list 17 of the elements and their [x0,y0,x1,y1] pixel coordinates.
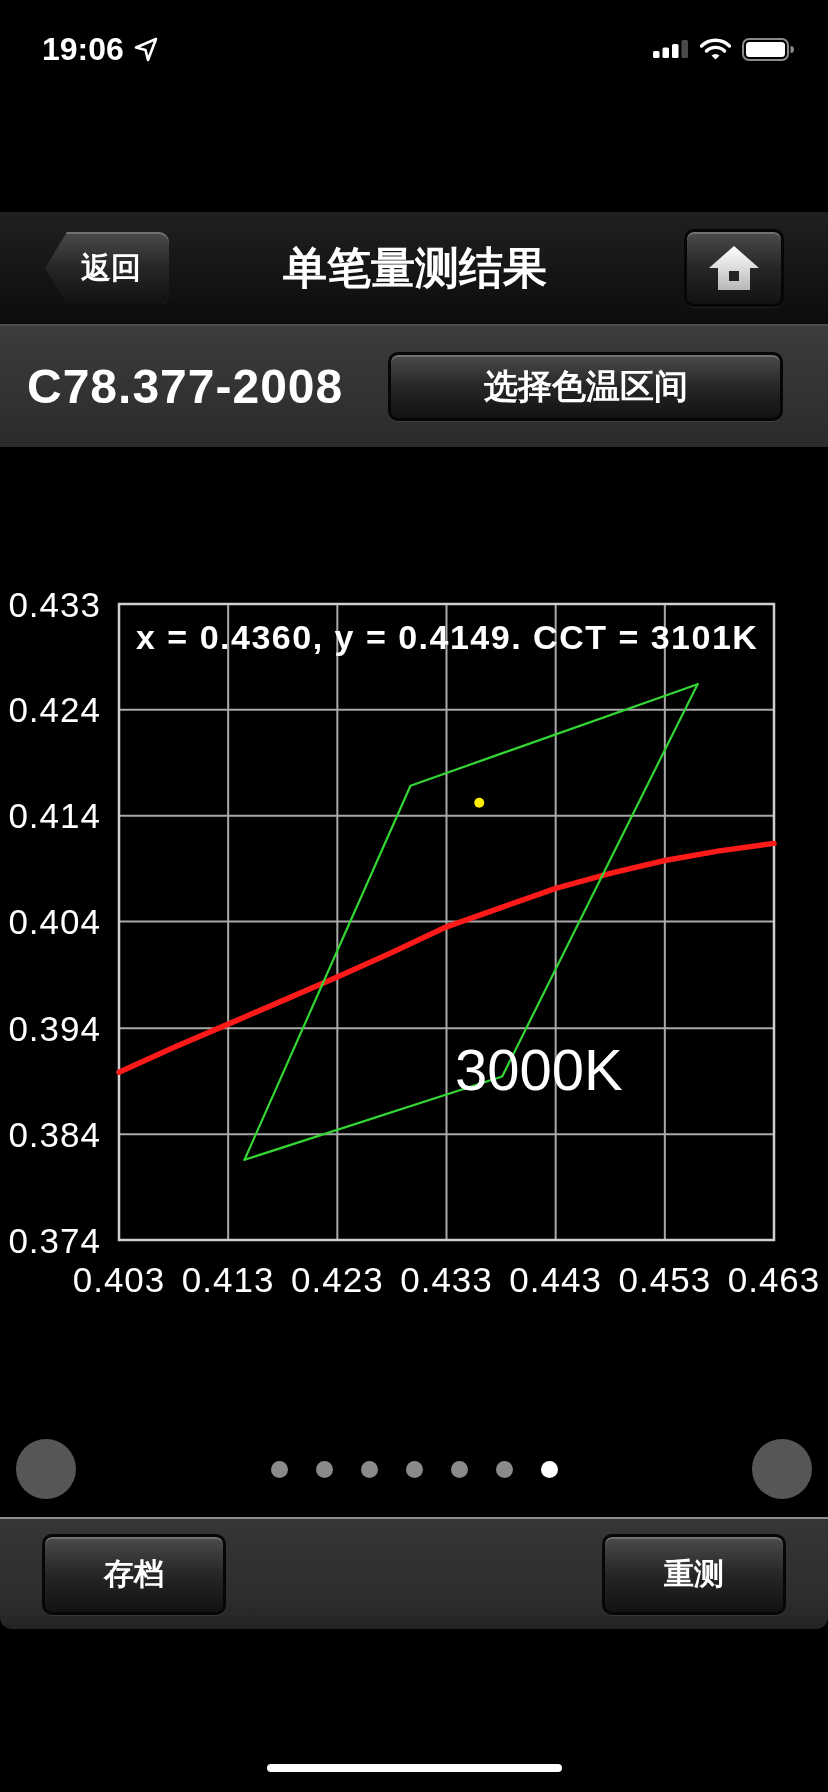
y-tick-label: 0.394 [8,1008,101,1048]
x-tick-label: 0.463 [727,1259,821,1299]
y-tick-label: 0.384 [8,1114,101,1154]
page-title: 单笔量测结果 [282,241,547,294]
x-tick-label: 0.443 [509,1259,602,1299]
y-tick-label: 0.374 [8,1220,101,1260]
x-tick-label: 0.413 [181,1259,275,1299]
x-tick-label: 0.433 [400,1259,493,1299]
y-tick-label: 0.433 [8,584,101,624]
x-tick-label: 0.453 [618,1259,712,1299]
y-tick-label: 0.424 [8,690,101,730]
y-tick-label: 0.414 [8,796,101,836]
status-time: 19:06 [42,30,124,68]
y-tick-label: 0.404 [8,901,101,941]
standard-label: C78.377-2008 [27,359,344,414]
x-tick-label: 0.403 [72,1259,166,1299]
x-tick-label: 0.423 [291,1259,384,1299]
